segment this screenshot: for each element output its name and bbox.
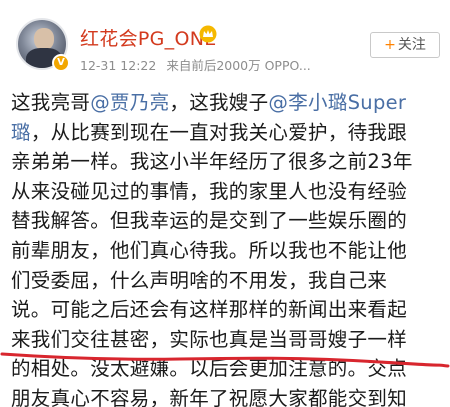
timestamp: 12-31 12:22 bbox=[80, 58, 157, 73]
post-source: 来自前后2000万 OPPO... bbox=[166, 58, 311, 73]
verified-badge-icon: V bbox=[52, 54, 70, 72]
follow-label: 关注 bbox=[397, 37, 426, 53]
username[interactable]: 红花会PG_ONE bbox=[80, 24, 217, 51]
mention-link[interactable]: @贾乃亮 bbox=[90, 91, 169, 114]
crown-icon bbox=[199, 25, 217, 43]
post-meta: 12-31 12:22 来自前后2000万 OPPO... bbox=[80, 55, 317, 74]
post-line: 亲弟弟一样。我这小半年经历了很多之前23年 bbox=[11, 150, 413, 174]
mention-link[interactable]: @李小璐Super bbox=[268, 91, 406, 114]
plus-icon: + bbox=[384, 37, 396, 53]
follow-button[interactable]: + 关注 bbox=[370, 32, 440, 58]
mention-link[interactable]: 璐 bbox=[11, 121, 31, 144]
post-line: 前辈朋友，他们真心待我。所以我也不能让他 bbox=[11, 238, 408, 262]
post-header: V 红花会PG_ONE 12-31 12:22 来自前后2000万 OPPO..… bbox=[0, 0, 450, 84]
post-line: 们受委屈，什么声明啥的不用发，我自己来 bbox=[11, 268, 388, 292]
post-line: 说。可能之后还会有这样那样的新闻出来看起 bbox=[11, 298, 408, 322]
post-line: 这我亮哥@贾乃亮，这我嫂子@李小璐Super bbox=[11, 88, 445, 118]
post-line: 从来没碰见过的事情，我的家里人也没有经验 bbox=[11, 179, 408, 203]
text-segment: 这我亮哥 bbox=[11, 91, 91, 114]
post-line: 璐，从比赛到现在一直对我关心爱护，待我跟 bbox=[11, 118, 445, 148]
post-line: 来我们交往甚密，实际也真是当哥哥嫂子一样 bbox=[11, 327, 408, 351]
post-body: 这我亮哥@贾乃亮，这我嫂子@李小璐Super 璐，从比赛到现在一直对我关心爱护，… bbox=[11, 88, 445, 407]
avatar-face bbox=[34, 28, 54, 50]
post-line: 朋友真心不容易，新年了祝愿大家都能交到知 bbox=[11, 386, 408, 407]
post-line: 替我解答。但我幸运的是交到了一些娱乐圈的 bbox=[11, 209, 408, 233]
post-line: 的相处。没太避嫌。以后会更加注意的。交点 bbox=[11, 357, 408, 381]
text-segment: ，从比赛到现在一直对我关心爱护，待我跟 bbox=[30, 120, 408, 144]
text-segment: ，这我嫂子 bbox=[169, 91, 269, 114]
